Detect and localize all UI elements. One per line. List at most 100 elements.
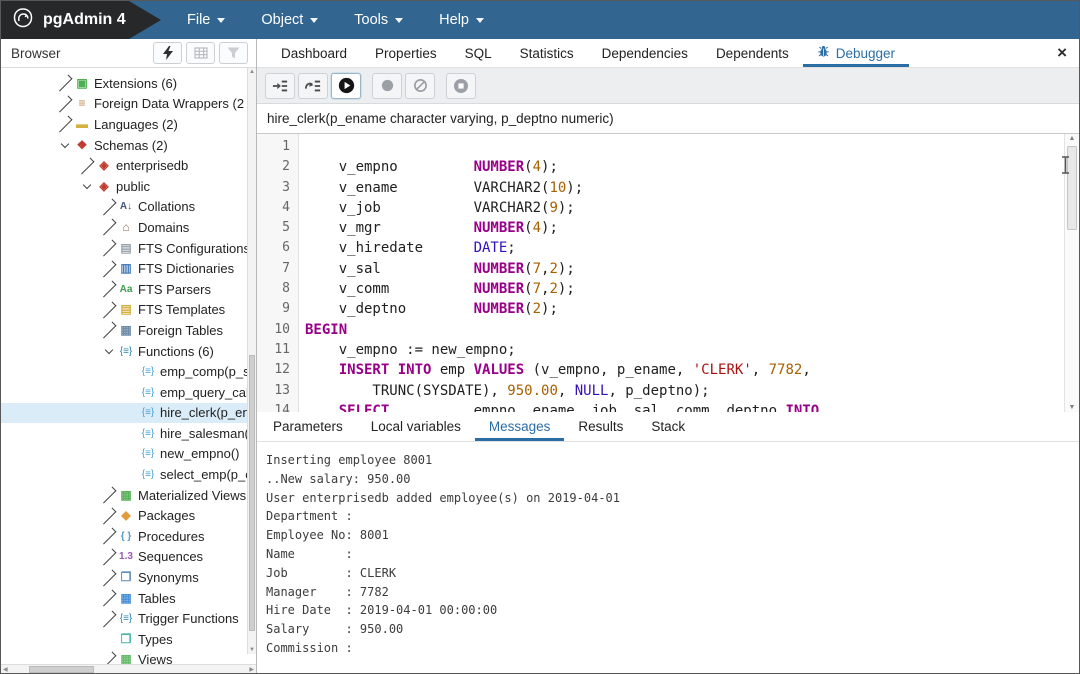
line-number[interactable]: 14 [257,401,290,412]
tab-dependencies[interactable]: Dependencies [588,39,702,67]
tree-item-packages[interactable]: ◆Packages [1,505,256,526]
tree-item-hire-salesman[interactable]: {≡}hire_salesman( [1,423,256,444]
tree-item-fts-dictionaries[interactable]: ▥FTS Dictionaries [1,258,256,279]
tree-item-extensions-6[interactable]: ▣Extensions (6) [1,73,256,94]
chevron-right-icon[interactable] [100,610,117,627]
tab-local-variables[interactable]: Local variables [357,412,475,441]
line-number[interactable]: 4 [257,198,290,218]
tree-item-domains[interactable]: ⌂Domains [1,217,256,238]
tree-vertical-scrollbar[interactable]: ▲ ▼ [247,68,256,654]
tab-debugger[interactable]: Debugger [803,39,909,67]
query-tool-button[interactable] [186,42,215,64]
continue-button[interactable] [331,73,361,99]
tab-results[interactable]: Results [564,412,637,441]
tree-item-sequences[interactable]: 1.3Sequences [1,547,256,568]
scroll-up-icon[interactable]: ▲ [248,69,256,75]
code-editor[interactable]: 1234567891011121314 v_empno NUMBER(4); v… [257,134,1079,412]
chevron-right-icon[interactable] [78,157,95,174]
scroll-down-icon[interactable]: ▼ [1065,404,1079,411]
tab-stack[interactable]: Stack [637,412,699,441]
menu-help[interactable]: Help [439,12,484,28]
line-number[interactable]: 5 [257,218,290,238]
menu-file[interactable]: File [187,12,225,28]
tree-item-fts-configurations[interactable]: ▤FTS Configurations [1,238,256,259]
chevron-right-icon[interactable] [56,116,73,133]
tree-item-foreign-data-wrappers-2[interactable]: ≡Foreign Data Wrappers (2 [1,94,256,115]
line-number[interactable]: 2 [257,157,290,177]
tree-item-fts-parsers[interactable]: AaFTS Parsers [1,279,256,300]
close-icon[interactable]: × [1057,43,1067,63]
code-vertical-scrollbar[interactable]: ▲ ▼ [1064,134,1079,412]
toggle-breakpoint-button[interactable] [372,73,402,99]
scrollbar-thumb[interactable] [249,355,255,630]
scroll-left-icon[interactable]: ◀ [3,666,8,673]
chevron-right-icon[interactable] [100,240,117,257]
tree-item-emp-query-cal[interactable]: {≡}emp_query_cal [1,382,256,403]
stop-button[interactable] [446,73,476,99]
line-number[interactable]: 3 [257,178,290,198]
tab-messages[interactable]: Messages [475,412,565,441]
chevron-right-icon[interactable] [100,528,117,545]
tree-item-enterprisedb[interactable]: ◈enterprisedb [1,155,256,176]
quick-search-button[interactable] [153,42,182,64]
scroll-down-icon[interactable]: ▼ [248,647,256,653]
tree-item-new-empno[interactable]: {≡}new_empno() [1,444,256,465]
tree-item-hire-clerk-p-en[interactable]: {≡}hire_clerk(p_en [1,403,256,424]
line-number[interactable]: 10 [257,320,290,340]
chevron-right-icon[interactable] [100,198,117,215]
tree-item-select-emp-p-e[interactable]: {≡}select_emp(p_e [1,464,256,485]
step-into-button[interactable] [265,73,295,99]
chevron-right-icon[interactable] [100,569,117,586]
scroll-right-icon[interactable]: ▶ [249,666,254,673]
step-over-button[interactable] [298,73,328,99]
tab-statistics[interactable]: Statistics [506,39,588,67]
chevron-right-icon[interactable] [100,590,117,607]
tab-parameters[interactable]: Parameters [259,412,357,441]
chevron-right-icon[interactable] [100,548,117,565]
tree-item-tables[interactable]: ▦Tables [1,588,256,609]
tab-dashboard[interactable]: Dashboard [267,39,361,67]
tree-item-synonyms[interactable]: ❐Synonyms [1,567,256,588]
tab-dependents[interactable]: Dependents [702,39,803,67]
scrollbar-thumb[interactable] [29,666,94,673]
tree-item-emp-comp-p-s[interactable]: {≡}emp_comp(p_s [1,361,256,382]
line-number[interactable]: 12 [257,360,290,380]
chevron-down-icon[interactable] [83,181,91,189]
tree-horizontal-scrollbar[interactable]: ◀ ▶ [1,664,256,674]
tree-item-collations[interactable]: A↓Collations [1,197,256,218]
chevron-right-icon[interactable] [100,219,117,236]
tree-item-foreign-tables[interactable]: ▦Foreign Tables [1,320,256,341]
line-number[interactable]: 1 [257,137,290,157]
tree-item-materialized-views[interactable]: ▦Materialized Views [1,485,256,506]
tree-item-procedures[interactable]: { }Procedures [1,526,256,547]
menu-object[interactable]: Object [261,12,318,28]
chevron-right-icon[interactable] [100,507,117,524]
chevron-right-icon[interactable] [100,301,117,318]
tree-item-views[interactable]: ▦Views [1,650,256,664]
line-number[interactable]: 11 [257,340,290,360]
tree-item-trigger-functions[interactable]: {≡}Trigger Functions [1,608,256,629]
tab-properties[interactable]: Properties [361,39,451,67]
chevron-right-icon[interactable] [100,487,117,504]
chevron-right-icon[interactable] [100,281,117,298]
tab-sql[interactable]: SQL [451,39,506,67]
clear-breakpoints-button[interactable] [405,73,435,99]
line-number[interactable]: 6 [257,238,290,258]
menu-tools[interactable]: Tools [354,12,403,28]
scroll-up-icon[interactable]: ▲ [1065,135,1079,142]
code-content[interactable]: v_empno NUMBER(4); v_ename VARCHAR2(10);… [299,134,1079,412]
line-number[interactable]: 9 [257,299,290,319]
chevron-right-icon[interactable] [56,95,73,112]
tree-item-functions-6[interactable]: {≡}Functions (6) [1,341,256,362]
line-number[interactable]: 13 [257,381,290,401]
chevron-right-icon[interactable] [56,75,73,92]
tree-item-schemas-2[interactable]: ❖Schemas (2) [1,135,256,156]
tree-item-languages-2[interactable]: ▬Languages (2) [1,114,256,135]
chevron-right-icon[interactable] [100,260,117,277]
chevron-right-icon[interactable] [100,651,117,664]
chevron-down-icon[interactable] [61,139,69,147]
filter-button[interactable] [219,42,248,64]
scrollbar-thumb[interactable] [1067,146,1077,230]
chevron-right-icon[interactable] [100,322,117,339]
tree-item-public[interactable]: ◈public [1,176,256,197]
